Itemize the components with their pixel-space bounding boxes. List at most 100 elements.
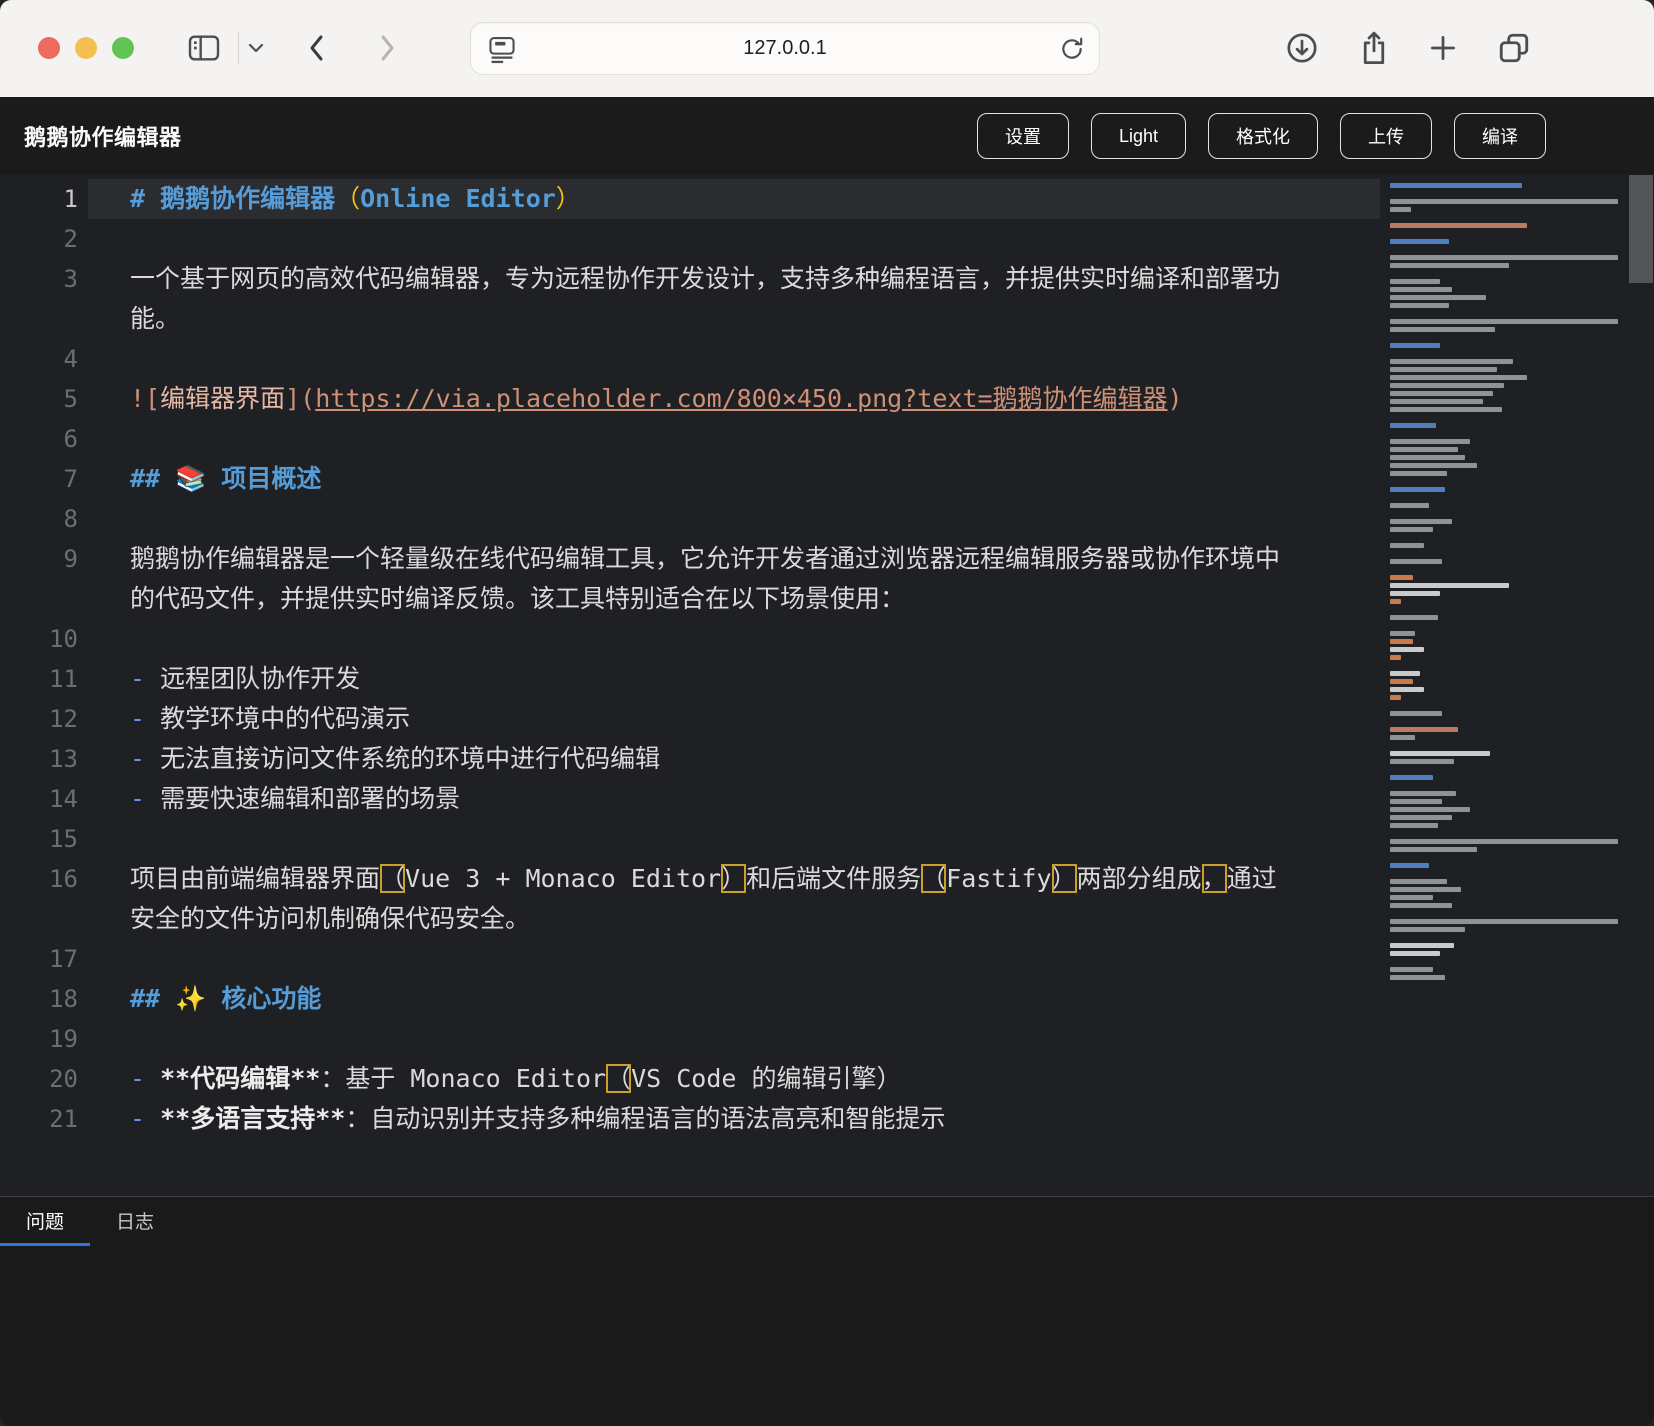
code-line[interactable]: 15 bbox=[0, 819, 1380, 859]
code-line[interactable]: 1# 鹅鹅协作编辑器（Online Editor） bbox=[0, 179, 1380, 219]
minimap[interactable] bbox=[1380, 175, 1628, 1196]
code-line[interactable]: 21- **多语言支持**：自动识别并支持多种编程语言的语法高亮和智能提示 bbox=[0, 1099, 1380, 1139]
minimap-row bbox=[1390, 695, 1401, 700]
scrollbar-thumb[interactable] bbox=[1629, 175, 1653, 283]
line-number: 7 bbox=[0, 459, 78, 499]
minimap-row bbox=[1390, 447, 1458, 452]
line-content bbox=[130, 619, 1380, 659]
minimap-row bbox=[1390, 903, 1452, 908]
minimap-row bbox=[1390, 887, 1461, 892]
line-content: - **多语言支持**：自动识别并支持多种编程语言的语法高亮和智能提示 bbox=[130, 1099, 1380, 1139]
minimap-row bbox=[1390, 951, 1440, 956]
back-button-icon[interactable] bbox=[306, 32, 328, 64]
minimap-row bbox=[1390, 871, 1618, 876]
format-button[interactable]: 格式化 bbox=[1208, 113, 1318, 159]
share-icon[interactable] bbox=[1356, 29, 1392, 67]
minimap-row bbox=[1390, 303, 1449, 308]
line-number: 5 bbox=[0, 379, 78, 419]
tab-overview-icon[interactable] bbox=[1496, 30, 1532, 66]
header-buttons: 设置 Light 格式化 上传 编译 bbox=[977, 113, 1546, 159]
code-editor[interactable]: 1# 鹅鹅协作编辑器（Online Editor）23一个基于网页的高效代码编辑… bbox=[0, 175, 1654, 1196]
code-line[interactable]: 20- **代码编辑**：基于 Monaco Editor（VS Code 的编… bbox=[0, 1059, 1380, 1099]
page-settings-icon[interactable] bbox=[487, 34, 517, 64]
upload-button[interactable]: 上传 bbox=[1340, 113, 1432, 159]
code-line[interactable]: 19 bbox=[0, 1019, 1380, 1059]
minimap-row bbox=[1390, 519, 1452, 524]
minimap-row bbox=[1390, 511, 1618, 516]
minimap-row bbox=[1390, 399, 1483, 404]
minimize-window-button[interactable] bbox=[75, 37, 97, 59]
reload-icon[interactable] bbox=[1059, 36, 1085, 62]
minimap-row bbox=[1390, 495, 1618, 500]
minimap-row bbox=[1390, 767, 1618, 772]
minimap-row bbox=[1390, 607, 1618, 612]
app-header: 鹅鹅协作编辑器 设置 Light 格式化 上传 编译 bbox=[0, 97, 1654, 175]
minimap-row bbox=[1390, 263, 1509, 268]
minimap-row bbox=[1390, 759, 1454, 764]
code-line[interactable]: 9 鹅鹅协作编辑器是一个轻量级在线代码编辑工具，它允许开发者通过浏览器远程编辑服务… bbox=[0, 539, 1380, 619]
line-content bbox=[130, 499, 1380, 539]
new-tab-icon[interactable] bbox=[1428, 33, 1458, 63]
editor-scrollbar[interactable] bbox=[1628, 175, 1654, 1196]
line-content: 鹅鹅协作编辑器是一个轻量级在线代码编辑工具，它允许开发者通过浏览器远程编辑服务器… bbox=[130, 539, 1380, 619]
code-line[interactable]: 14- 需要快速编辑和部署的场景 bbox=[0, 779, 1380, 819]
minimap-row bbox=[1390, 799, 1442, 804]
code-line[interactable]: 4 bbox=[0, 339, 1380, 379]
minimap-row bbox=[1390, 559, 1442, 564]
code-line[interactable]: 3一个基于网页的高效代码编辑器，专为远程协作开发设计，支持多种编程语言，并提供实… bbox=[0, 259, 1380, 339]
forward-button-icon[interactable] bbox=[376, 32, 398, 64]
line-content: - 教学环境中的代码演示 bbox=[130, 699, 1380, 739]
settings-button[interactable]: 设置 bbox=[977, 113, 1069, 159]
browser-toolbar: 127.0.0.1 bbox=[0, 0, 1654, 97]
editor-lines[interactable]: 1# 鹅鹅协作编辑器（Online Editor）23一个基于网页的高效代码编辑… bbox=[0, 179, 1380, 1139]
minimap-row bbox=[1390, 247, 1618, 252]
line-number: 11 bbox=[0, 659, 78, 699]
code-line[interactable]: 12- 教学环境中的代码演示 bbox=[0, 699, 1380, 739]
line-content: 一个基于网页的高效代码编辑器，专为远程协作开发设计，支持多种编程语言，并提供实时… bbox=[130, 259, 1380, 339]
tab-problems[interactable]: 问题 bbox=[0, 1197, 90, 1246]
minimap-row bbox=[1390, 943, 1454, 948]
minimap-row bbox=[1390, 711, 1442, 716]
close-window-button[interactable] bbox=[38, 37, 60, 59]
code-line[interactable]: 5![编辑器界面](https://via.placeholder.com/80… bbox=[0, 379, 1380, 419]
line-number: 9 bbox=[0, 539, 78, 579]
code-line[interactable]: 2 bbox=[0, 219, 1380, 259]
minimap-row bbox=[1390, 471, 1447, 476]
line-content: ## ✨ 核心功能 bbox=[130, 979, 1380, 1019]
minimap-row bbox=[1390, 335, 1618, 340]
minimap-row bbox=[1390, 831, 1618, 836]
code-line[interactable]: 7## 📚 项目概述 bbox=[0, 459, 1380, 499]
line-number: 20 bbox=[0, 1059, 78, 1099]
zoom-window-button[interactable] bbox=[112, 37, 134, 59]
code-line[interactable]: 6 bbox=[0, 419, 1380, 459]
theme-toggle-button[interactable]: Light bbox=[1091, 113, 1186, 159]
minimap-row bbox=[1390, 647, 1424, 652]
code-line[interactable]: 18## ✨ 核心功能 bbox=[0, 979, 1380, 1019]
line-content bbox=[130, 339, 1380, 379]
minimap-row bbox=[1390, 679, 1413, 684]
compile-button[interactable]: 编译 bbox=[1454, 113, 1546, 159]
code-line[interactable]: 8 bbox=[0, 499, 1380, 539]
minimap-row bbox=[1390, 311, 1618, 316]
tab-logs[interactable]: 日志 bbox=[90, 1197, 180, 1246]
minimap-row bbox=[1390, 727, 1458, 732]
minimap-row bbox=[1390, 687, 1424, 692]
chevron-down-icon[interactable] bbox=[248, 42, 264, 54]
sidebar-toggle-icon[interactable] bbox=[186, 32, 222, 64]
url-text[interactable]: 127.0.0.1 bbox=[471, 37, 1099, 60]
minimap-row bbox=[1390, 655, 1401, 660]
address-bar[interactable]: 127.0.0.1 bbox=[470, 22, 1100, 75]
minimap-row bbox=[1390, 391, 1493, 396]
minimap-row bbox=[1390, 895, 1433, 900]
minimap-row bbox=[1390, 479, 1618, 484]
code-line[interactable]: 11- 远程团队协作开发 bbox=[0, 659, 1380, 699]
code-line[interactable]: 10 bbox=[0, 619, 1380, 659]
minimap-row bbox=[1390, 599, 1401, 604]
code-line[interactable]: 17 bbox=[0, 939, 1380, 979]
minimap-row bbox=[1390, 591, 1440, 596]
downloads-icon[interactable] bbox=[1285, 31, 1319, 65]
panel-tabs: 问题 日志 bbox=[0, 1197, 1654, 1246]
line-number: 2 bbox=[0, 219, 78, 259]
code-line[interactable]: 13- 无法直接访问文件系统的环境中进行代码编辑 bbox=[0, 739, 1380, 779]
code-line[interactable]: 16项目由前端编辑器界面（Vue 3 + Monaco Editor）和后端文件… bbox=[0, 859, 1380, 939]
